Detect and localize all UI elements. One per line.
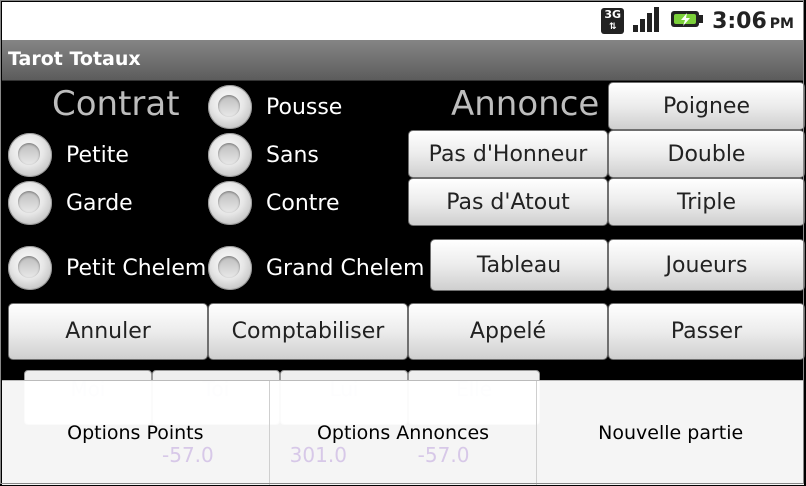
status-icons: 3G ⇅ 3:06 PM — [601, 6, 794, 36]
radio-circle — [208, 181, 252, 225]
radio-circle — [208, 133, 252, 177]
status-bar: 3G ⇅ 3:06 PM — [2, 2, 804, 40]
radio-label: Garde — [66, 190, 133, 216]
ghost-score: 301.0 — [289, 443, 347, 467]
options-menu: Options Points -57.0 Options Annonces 30… — [2, 380, 804, 485]
ghost-score: -57.0 — [417, 443, 470, 467]
radio-contre[interactable]: Contre — [208, 179, 340, 227]
annuler-button[interactable]: Annuler — [8, 303, 208, 360]
radio-circle — [8, 133, 52, 177]
app-title: Tarot Totaux — [8, 48, 141, 70]
title-bar: Tarot Totaux — [2, 40, 804, 81]
radio-garde[interactable]: Garde — [8, 179, 133, 227]
annonce-heading: Annonce — [451, 84, 600, 124]
joueurs-button[interactable]: Joueurs — [608, 239, 805, 291]
pas-d-atout-button[interactable]: Pas d'Atout — [408, 178, 608, 226]
radio-circle — [208, 246, 252, 290]
double-button[interactable]: Double — [608, 130, 805, 178]
battery-icon — [670, 8, 704, 34]
contrat-heading: Contrat — [52, 84, 180, 124]
radio-label: Grand Chelem — [266, 255, 425, 281]
radio-circle — [8, 181, 52, 225]
tableau-button[interactable]: Tableau — [430, 239, 608, 291]
radio-grand-chelem[interactable]: Grand Chelem — [208, 244, 424, 292]
menu-options-points[interactable]: Options Points -57.0 — [2, 381, 270, 485]
network-3g-icon: 3G ⇅ — [601, 8, 625, 34]
clock: 3:06 PM — [712, 8, 794, 34]
radio-circle — [8, 246, 52, 290]
main-content: Contrat Annonce Petite Garde Petit Chele… — [0, 80, 806, 486]
radio-sans[interactable]: Sans — [208, 131, 319, 179]
radio-petite[interactable]: Petite — [8, 131, 129, 179]
radio-label: Petit Chelem — [66, 255, 207, 281]
menu-item-label: Options Annonces — [316, 422, 490, 444]
menu-item-label: Nouvelle partie — [598, 422, 744, 444]
passer-button[interactable]: Passer — [608, 303, 805, 360]
pas-d-honneur-button[interactable]: Pas d'Honneur — [408, 130, 608, 178]
radio-label: Petite — [66, 142, 129, 168]
menu-item-label: Options Points — [67, 422, 204, 444]
signal-icon — [632, 5, 662, 37]
radio-label: Sans — [266, 142, 319, 168]
ghost-score: -57.0 — [162, 443, 214, 467]
comptabiliser-button[interactable]: Comptabiliser — [208, 303, 408, 360]
menu-options-annonces[interactable]: Options Annonces 301.0 -57.0 — [270, 381, 538, 485]
poignee-button[interactable]: Poignee — [608, 82, 805, 130]
radio-pousse[interactable]: Pousse — [208, 83, 342, 131]
menu-nouvelle-partie[interactable]: Nouvelle partie — [537, 381, 804, 485]
triple-button[interactable]: Triple — [608, 178, 805, 226]
radio-circle — [208, 85, 252, 129]
appele-button[interactable]: Appelé — [408, 303, 608, 360]
radio-label: Contre — [266, 190, 340, 216]
radio-label: Pousse — [266, 94, 343, 120]
radio-petit-chelem[interactable]: Petit Chelem — [8, 244, 206, 292]
